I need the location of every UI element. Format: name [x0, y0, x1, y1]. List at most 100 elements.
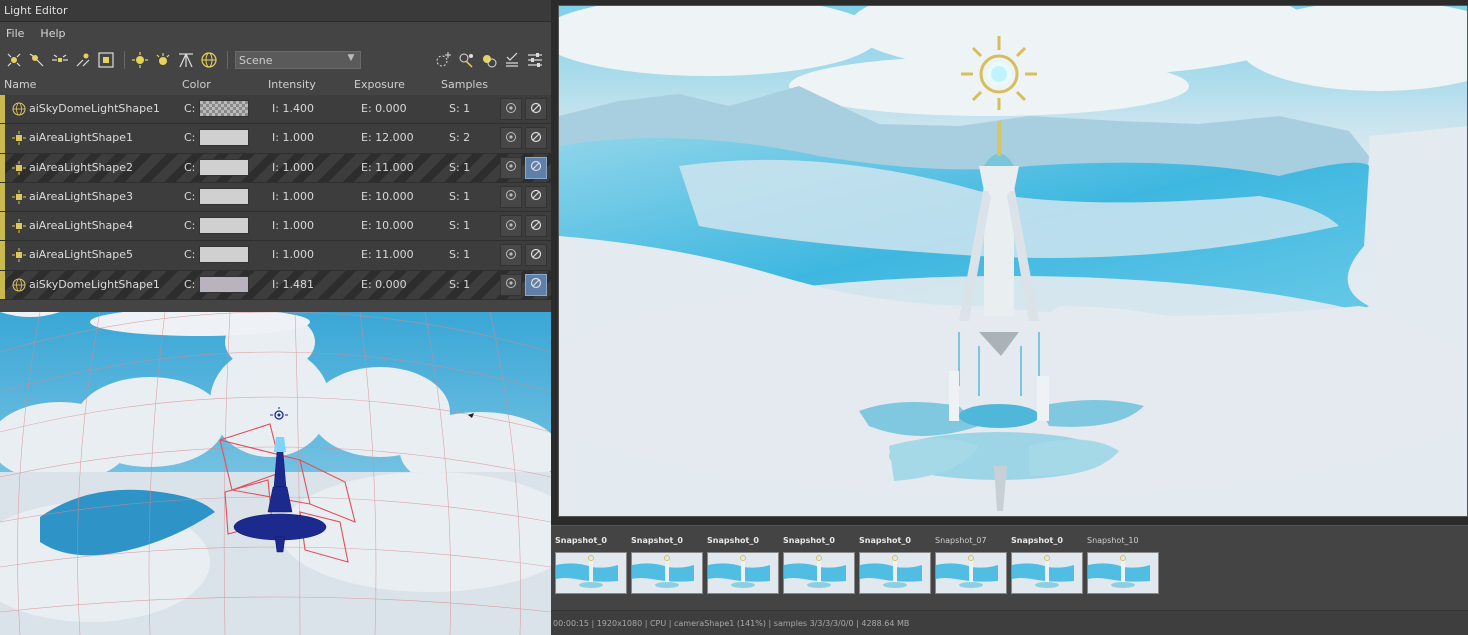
mute-button[interactable] — [525, 98, 547, 120]
light-name[interactable]: aiAreaLightShape1 — [29, 131, 133, 144]
samples-field[interactable]: S: 1 — [449, 248, 470, 261]
column-intensity[interactable]: Intensity — [268, 78, 316, 91]
snapshot-item[interactable]: Snapshot_0 — [1011, 536, 1083, 594]
snapshot-thumbnail[interactable] — [935, 552, 1007, 594]
color-swatch[interactable] — [199, 275, 249, 293]
snapshot-thumbnail[interactable] — [631, 552, 703, 594]
snapshot-thumbnail[interactable] — [1087, 552, 1159, 594]
light-name[interactable]: aiSkyDomeLightShape1 — [29, 102, 160, 115]
light-name[interactable]: aiAreaLightShape2 — [29, 161, 133, 174]
solo-button[interactable] — [500, 244, 522, 267]
mute-button[interactable] — [525, 156, 547, 179]
mute-button[interactable] — [525, 215, 547, 238]
snapshot-thumbnail[interactable] — [1011, 552, 1083, 594]
color-swatch[interactable] — [199, 100, 249, 117]
settings-sliders-icon[interactable] — [525, 50, 545, 70]
light-name[interactable]: aiAreaLightShape5 — [29, 248, 133, 261]
snapshot-item[interactable]: Snapshot_0 — [783, 536, 855, 594]
color-swatch[interactable] — [199, 129, 249, 147]
snapshot-item[interactable]: Snapshot_07 — [935, 536, 1007, 594]
spot-light-icon[interactable] — [27, 50, 47, 70]
menu-file[interactable]: File — [6, 27, 24, 40]
snapshot-item[interactable]: Snapshot_0 — [707, 536, 779, 594]
exposure-field[interactable]: E: 10.000 — [361, 190, 414, 203]
intensity-field[interactable]: I: 1.400 — [272, 102, 314, 115]
light-link-icon[interactable] — [456, 50, 476, 70]
point-light-icon[interactable] — [4, 50, 24, 70]
color-swatch[interactable] — [199, 217, 249, 235]
snapshot-label: Snapshot_0 — [555, 536, 607, 545]
snapshot-item[interactable]: Snapshot_0 — [631, 536, 703, 594]
intensity-field[interactable]: I: 1.000 — [272, 248, 314, 261]
column-name[interactable]: Name — [4, 78, 36, 91]
light-row[interactable]: aiAreaLightShape1 C: I: 1.000 E: 12.000 S: 2 — [0, 124, 551, 154]
light-row[interactable]: aiSkyDomeLightShape1 C: I: 1.481 E: 0.000 S:… — [0, 270, 551, 301]
samples-field[interactable]: S: 1 — [449, 190, 470, 203]
snapshot-thumbnail[interactable] — [859, 552, 931, 594]
column-exposure[interactable]: Exposure — [354, 78, 405, 91]
light-row[interactable]: aiAreaLightShape4 C: I: 1.000 E: 10.000 S: 1 — [0, 212, 551, 242]
mute-button[interactable] — [525, 127, 547, 150]
samples-field[interactable]: S: 1 — [449, 278, 470, 291]
intensity-field[interactable]: I: 1.000 — [272, 161, 314, 174]
snapshot-thumbnail[interactable] — [555, 552, 627, 594]
solo-button[interactable] — [500, 185, 522, 208]
light-group-icon[interactable] — [479, 50, 499, 70]
area-light-icon — [12, 219, 26, 234]
viewport-3d[interactable] — [0, 312, 551, 635]
intensity-field[interactable]: I: 1.000 — [272, 190, 314, 203]
snapshot-thumbnail[interactable] — [783, 552, 855, 594]
color-swatch[interactable] — [199, 246, 249, 264]
light-row[interactable]: aiAreaLightShape2 C: I: 1.000 E: 11.000 S: 1 — [0, 153, 551, 183]
render-view[interactable] — [558, 5, 1468, 517]
solo-button[interactable] — [500, 273, 522, 296]
menu-help[interactable]: Help — [40, 27, 65, 40]
column-samples[interactable]: Samples — [441, 78, 488, 91]
solo-button[interactable] — [500, 127, 522, 150]
arnold-area-light-icon[interactable] — [130, 50, 150, 70]
snapshot-item[interactable]: Snapshot_0 — [555, 536, 627, 594]
exposure-field[interactable]: E: 11.000 — [361, 248, 414, 261]
snapshot-item[interactable]: Snapshot_10 — [1087, 536, 1159, 594]
mute-button[interactable] — [525, 273, 547, 296]
directional-light-icon[interactable] — [50, 50, 70, 70]
light-name[interactable]: aiAreaLightShape3 — [29, 190, 133, 203]
light-name[interactable]: aiAreaLightShape4 — [29, 219, 133, 232]
scene-select[interactable]: Scene ▼ — [235, 51, 361, 69]
light-name[interactable]: aiSkyDomeLightShape1 — [29, 278, 160, 291]
snapshot-item[interactable]: Snapshot_0 — [859, 536, 931, 594]
light-row[interactable]: aiSkyDomeLightShape1 C: I: 1.400 E: 0.000 S:… — [0, 95, 551, 125]
mute-button[interactable] — [525, 185, 547, 208]
color-prefix: C: — [184, 131, 196, 145]
skydome-tool-icon[interactable] — [199, 50, 219, 70]
mute-button[interactable] — [525, 244, 547, 267]
intensity-field[interactable]: I: 1.481 — [272, 278, 314, 291]
solo-button[interactable] — [500, 156, 522, 179]
samples-field[interactable]: S: 2 — [449, 131, 470, 144]
add-light-icon[interactable] — [433, 50, 453, 70]
light-row[interactable]: aiAreaLightShape3 C: I: 1.000 E: 10.000 S: 1 — [0, 182, 551, 213]
photometric-light-icon[interactable] — [176, 50, 196, 70]
area-light-tool-icon[interactable] — [96, 50, 116, 70]
color-swatch[interactable] — [199, 158, 249, 176]
arnold-mesh-light-icon[interactable] — [153, 50, 173, 70]
solo-button[interactable] — [500, 215, 522, 238]
snapshot-thumbnail[interactable] — [707, 552, 779, 594]
solo-button[interactable] — [500, 98, 522, 120]
intensity-field[interactable]: I: 1.000 — [272, 219, 314, 232]
exposure-field[interactable]: E: 12.000 — [361, 131, 414, 144]
checklist-icon[interactable] — [502, 50, 522, 70]
color-swatch[interactable] — [199, 187, 249, 205]
exposure-field[interactable]: E: 10.000 — [361, 219, 414, 232]
exposure-field[interactable]: E: 11.000 — [361, 161, 414, 174]
exposure-field[interactable]: E: 0.000 — [361, 102, 407, 115]
exposure-field[interactable]: E: 0.000 — [361, 278, 407, 291]
color-prefix: C: — [184, 102, 196, 115]
column-color[interactable]: Color — [182, 78, 211, 91]
samples-field[interactable]: S: 1 — [449, 102, 470, 115]
intensity-field[interactable]: I: 1.000 — [272, 131, 314, 144]
samples-field[interactable]: S: 1 — [449, 161, 470, 174]
ambient-light-icon[interactable] — [73, 50, 93, 70]
samples-field[interactable]: S: 1 — [449, 219, 470, 232]
light-row[interactable]: aiAreaLightShape5 C: I: 1.000 E: 11.000 S: 1 — [0, 241, 551, 271]
